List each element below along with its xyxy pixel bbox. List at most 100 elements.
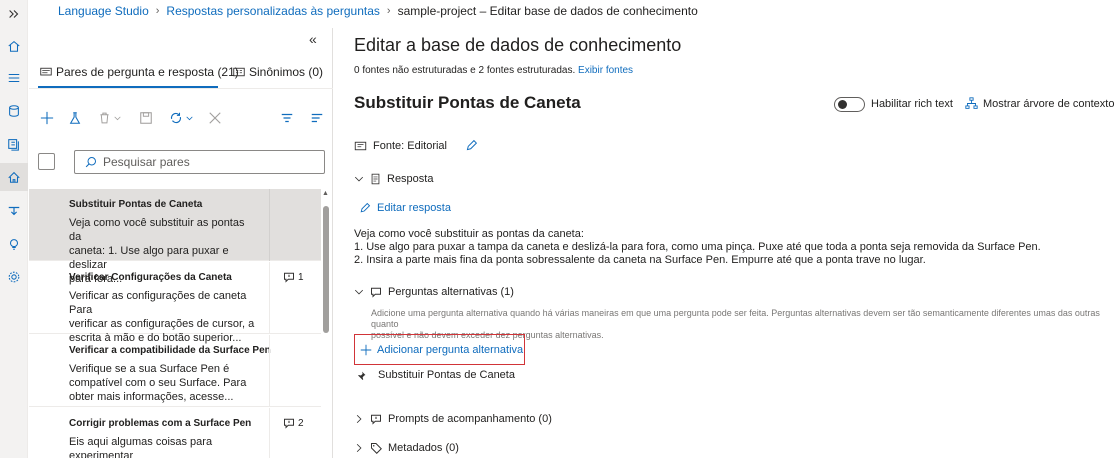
- scrollbar-thumb[interactable]: [323, 206, 329, 333]
- list-item-divider: [269, 335, 270, 407]
- list-scrollbar[interactable]: ▲: [322, 189, 330, 458]
- show-context-tree-label: Mostrar árvore de contexto: [983, 97, 1115, 110]
- tab-qna-pairs[interactable]: Pares de pergunta e resposta (21): [40, 65, 239, 79]
- alternate-questions-header[interactable]: Perguntas alternativas (1): [354, 286, 514, 298]
- plus-icon: [40, 111, 54, 125]
- answer-text: Veja como você substituir as pontas da c…: [354, 228, 1041, 267]
- chat-prompt-icon: [284, 272, 294, 283]
- discard-button[interactable]: [207, 110, 223, 126]
- nav-rail: [0, 0, 28, 458]
- sources-summary-text: 0 fontes não estruturadas e 2 fontes est…: [354, 65, 576, 76]
- plus-icon: [360, 344, 372, 355]
- nav-list[interactable]: [0, 64, 28, 92]
- follow-up-count-badge: 2: [283, 417, 304, 429]
- metadata-header[interactable]: Metadados (0): [354, 442, 459, 454]
- nav-settings[interactable]: [0, 263, 28, 291]
- list-item-divider: [269, 262, 270, 334]
- chat-bubble-icon: [371, 287, 381, 298]
- nav-storage[interactable]: [0, 97, 28, 125]
- search-input[interactable]: [103, 155, 303, 169]
- answer-line: 1. Use algo para puxar a tampa da caneta…: [354, 241, 1041, 253]
- tab-synonyms[interactable]: Sinônimos (0): [233, 65, 323, 79]
- database-icon: [9, 105, 19, 117]
- answer-section-header[interactable]: Resposta: [354, 173, 433, 185]
- list-item[interactable]: Verificar a compatibilidade da Surface P…: [29, 335, 321, 407]
- save-button[interactable]: [138, 110, 154, 126]
- follow-up-prompts-header[interactable]: Prompts de acompanhamento (0): [354, 413, 552, 425]
- filter-button[interactable]: [279, 110, 295, 126]
- metadata-label: Metadados (0): [388, 442, 459, 454]
- add-pair-button[interactable]: [39, 110, 55, 126]
- flask-icon: [69, 112, 81, 124]
- source-label: Fonte: Editorial: [373, 139, 447, 152]
- gear-icon: [8, 271, 20, 283]
- edit-source-icon[interactable]: [465, 139, 478, 152]
- sync-button[interactable]: [166, 110, 196, 126]
- search-box[interactable]: [74, 150, 325, 174]
- show-context-tree-button[interactable]: Mostrar árvore de contexto: [965, 97, 1114, 110]
- save-icon: [140, 112, 152, 124]
- list-item-preview: Eis aqui algumas coisas para experimenta…: [69, 435, 259, 458]
- add-alternate-question-button[interactable]: Adicionar pergunta alternativa: [354, 334, 525, 365]
- lightbulb-icon: [9, 239, 19, 250]
- chat-prompt-icon: [284, 418, 294, 429]
- chevron-right-icon: [356, 414, 362, 424]
- qna-pairs-pane: « Pares de pergunta e resposta (21) Sinô…: [29, 28, 333, 458]
- view-sources-link[interactable]: Exibir fontes: [578, 65, 633, 76]
- search-icon: [85, 157, 96, 168]
- source-info: Fonte: Editorial: [354, 139, 478, 152]
- qna-pairs-icon: [40, 67, 52, 76]
- follow-up-prompts-label: Prompts de acompanhamento (0): [388, 413, 552, 425]
- document-icon: [371, 173, 380, 185]
- qna-pairs-list: Substituir Pontas de Caneta Veja como vo…: [29, 189, 321, 458]
- list-item[interactable]: Corrigir problemas com a Surface Pen Eis…: [29, 408, 321, 458]
- chevron-down-icon: [185, 116, 193, 121]
- nav-knowledge-base[interactable]: [0, 130, 28, 158]
- preview-line: verificar as configurações de cursor, a: [69, 318, 255, 330]
- list-item-divider: [269, 408, 270, 458]
- knowledge-home-icon: [8, 171, 20, 183]
- alternate-question-item[interactable]: Substituir Pontas de Caneta: [357, 369, 515, 381]
- nav-home[interactable]: [0, 32, 28, 60]
- list-item-title: Corrigir problemas com a Surface Pen: [69, 418, 252, 429]
- nav-deploy[interactable]: [0, 197, 28, 225]
- expand-nav-button[interactable]: [0, 0, 28, 28]
- sort-button[interactable]: [309, 110, 325, 126]
- chevron-down-icon: [354, 176, 364, 182]
- follow-up-count-badge: 1: [283, 271, 304, 283]
- chat-prompt-icon: [371, 414, 381, 425]
- tab-qna-pairs-label: Pares de pergunta e resposta (21): [56, 65, 239, 79]
- answer-line: Veja como você substituir as pontas da c…: [354, 228, 584, 240]
- scroll-up-icon[interactable]: ▲: [322, 190, 329, 197]
- nav-edit-knowledge-base[interactable]: [0, 163, 28, 191]
- filter-icon: [281, 113, 293, 123]
- delete-button[interactable]: [95, 110, 125, 126]
- breadcrumb-custom-qa[interactable]: Respostas personalizadas às perguntas: [166, 4, 379, 18]
- edit-answer-button[interactable]: Editar resposta: [359, 202, 451, 214]
- source-icon: [354, 141, 367, 150]
- answer-section-label: Resposta: [387, 173, 434, 185]
- tree-icon: [965, 97, 978, 109]
- book-icon: [8, 139, 19, 151]
- collapse-pane-button[interactable]: «: [309, 31, 317, 47]
- pencil-icon: [360, 202, 371, 213]
- list-item-title: Verificar a compatibilidade da Surface P…: [69, 345, 271, 356]
- answer-line: 2. Insira a parte mais fina da ponta sob…: [354, 254, 926, 266]
- preview-line: obter mais informações, acesse...: [69, 391, 234, 403]
- preview-line: Verifique se a sua Surface Pen é: [69, 363, 230, 375]
- chevron-down-icon: [354, 289, 364, 295]
- list-item[interactable]: Verificar Configurações da Caneta Verifi…: [29, 262, 321, 344]
- select-all-checkbox[interactable]: [38, 153, 55, 170]
- tab-synonyms-label: Sinônimos (0): [249, 65, 324, 79]
- follow-up-count: 2: [298, 417, 304, 429]
- test-button[interactable]: [67, 110, 83, 126]
- chevron-double-right-icon: [9, 10, 19, 18]
- nav-insights[interactable]: [0, 230, 28, 258]
- breadcrumb-language-studio[interactable]: Language Studio: [58, 4, 149, 18]
- qna-pair-title: Substituir Pontas de Caneta: [354, 93, 581, 112]
- list-item-preview: Verifique se a sua Surface Pen é compatí…: [69, 362, 259, 404]
- synonyms-icon: [233, 67, 245, 77]
- list-item[interactable]: Substituir Pontas de Caneta Veja como vo…: [29, 189, 321, 285]
- alternate-questions-label: Perguntas alternativas (1): [388, 286, 514, 298]
- rich-text-toggle[interactable]: [834, 97, 865, 112]
